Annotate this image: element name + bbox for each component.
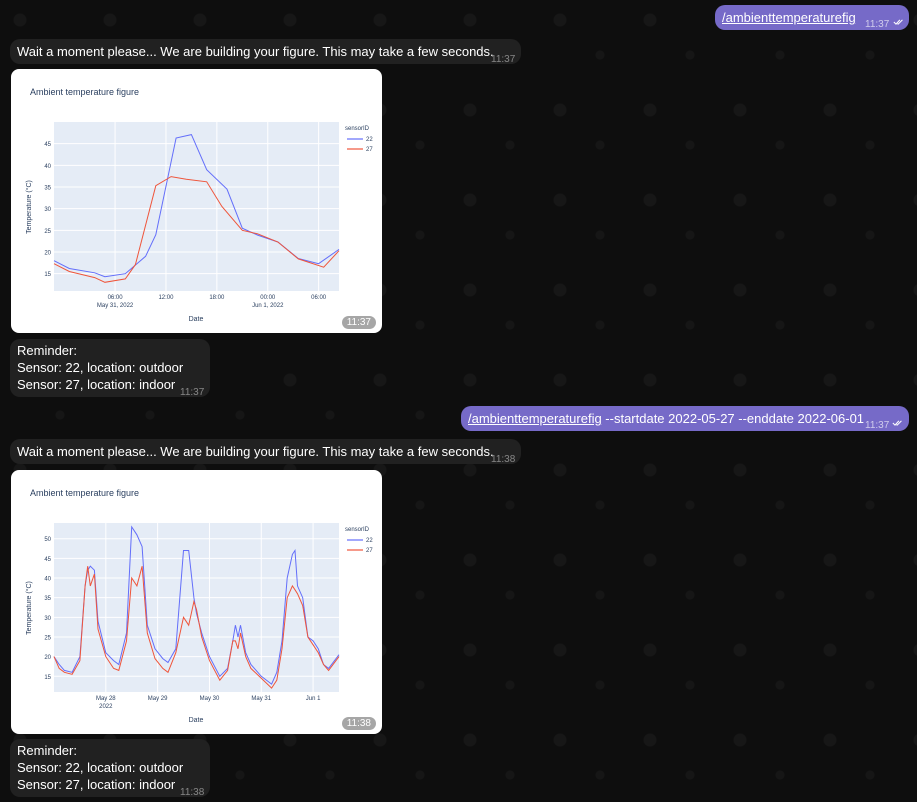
y-tick-label: 40 (44, 164, 51, 170)
command-arguments: --startdate 2022-05-27 --enddate 2022-06… (601, 411, 865, 426)
message-time: 11:37 (341, 316, 376, 329)
message-text: Wait a moment please... We are building … (17, 44, 494, 59)
message-time: 11:38 (491, 454, 516, 465)
y-tick-label: 40 (44, 577, 51, 583)
command-link[interactable]: /ambienttemperaturefig (722, 9, 856, 26)
x-axis-label: Date (189, 316, 204, 323)
y-tick-label: 15 (44, 675, 51, 681)
x-axis-label: Date (189, 717, 204, 724)
y-tick-label: 35 (44, 596, 51, 602)
y-tick-label: 35 (44, 186, 51, 192)
x-tick-label: May 30 (200, 696, 220, 702)
temperature-chart: Ambient temperature figure 15 20 25 30 35 40 45… (25, 488, 373, 724)
x-tick-label: May 31 (251, 696, 271, 702)
y-tick-label: 20 (44, 655, 51, 661)
legend-title: sensorID (345, 126, 370, 132)
chart-title: Ambient temperature figure (30, 488, 139, 498)
incoming-text-message: Wait a moment please... We are building … (10, 439, 521, 465)
legend-label: 27 (366, 548, 373, 554)
reminder-title: Reminder: (17, 343, 77, 358)
y-axis-label: Temperature (°C) (25, 180, 33, 234)
y-tick-label: 25 (44, 635, 51, 641)
y-tick-label: 30 (44, 207, 51, 213)
reminder-sensor-22: Sensor: 22, location: outdoor (17, 760, 184, 775)
y-tick-label: 45 (44, 142, 51, 148)
x-tick-label: 12:00 (158, 295, 174, 301)
reminder-sensor-27: Sensor: 27, location: indoor (17, 377, 176, 392)
message-time: 11:38 (341, 717, 376, 730)
legend-label: 22 (366, 538, 373, 544)
y-tick-label: 15 (44, 272, 51, 278)
message-text: Wait a moment please... We are building … (17, 444, 494, 459)
legend-title: sensorID (345, 527, 370, 533)
temperature-chart: Ambient temperature figure 15 20 25 30 35 40 45… (25, 87, 373, 323)
chart-title: Ambient temperature figure (30, 87, 139, 97)
x-tick-sublabel: Jun 1, 2022 (252, 303, 284, 309)
incoming-text-message: Wait a moment please... We are building … (10, 39, 521, 65)
x-tick-label: 06:00 (108, 295, 124, 301)
y-axis-label: Temperature (°C) (25, 581, 33, 635)
x-tick-label: May 29 (148, 696, 168, 702)
outgoing-command-message: /ambienttemperaturefig --startdate 2022-… (461, 406, 909, 431)
message-time: 11:38 (180, 787, 205, 798)
y-tick-label: 20 (44, 251, 51, 257)
x-tick-label: May 28 (96, 696, 116, 702)
y-tick-label: 50 (44, 537, 51, 543)
reminder-title: Reminder: (17, 743, 77, 758)
outgoing-command-message: /ambienttemperaturefig 11:37 (715, 5, 909, 30)
double-check-icon (893, 19, 903, 25)
x-tick-label: 06:00 (311, 295, 327, 301)
x-tick-sublabel: 2022 (99, 704, 113, 710)
chart-image-message[interactable]: Ambient temperature figure 15 20 25 30 35 40 45… (11, 69, 382, 333)
x-tick-label: Jun 1 (306, 696, 321, 702)
message-time: 11:37 (865, 19, 890, 30)
message-time: 11:37 (491, 54, 516, 65)
legend-label: 27 (366, 147, 373, 153)
legend-label: 22 (366, 137, 373, 143)
y-tick-label: 25 (44, 229, 51, 235)
y-tick-label: 30 (44, 616, 51, 622)
y-tick-label: 45 (44, 557, 51, 563)
x-tick-label: 18:00 (209, 295, 225, 301)
x-tick-label: 00:00 (260, 295, 276, 301)
chart-image-message[interactable]: Ambient temperature figure 15 20 25 30 35 40 45… (11, 470, 382, 734)
double-check-icon (892, 420, 902, 426)
message-time: 11:37 (865, 420, 890, 431)
reminder-sensor-27: Sensor: 27, location: indoor (17, 777, 176, 792)
incoming-reminder-message: Reminder: Sensor: 22, location: outdoor … (10, 739, 210, 798)
reminder-sensor-22: Sensor: 22, location: outdoor (17, 360, 184, 375)
command-link[interactable]: /ambienttemperaturefig (468, 411, 602, 426)
message-time: 11:37 (180, 387, 205, 398)
incoming-reminder-message: Reminder: Sensor: 22, location: outdoor … (10, 339, 210, 398)
x-tick-sublabel: May 31, 2022 (97, 303, 134, 309)
